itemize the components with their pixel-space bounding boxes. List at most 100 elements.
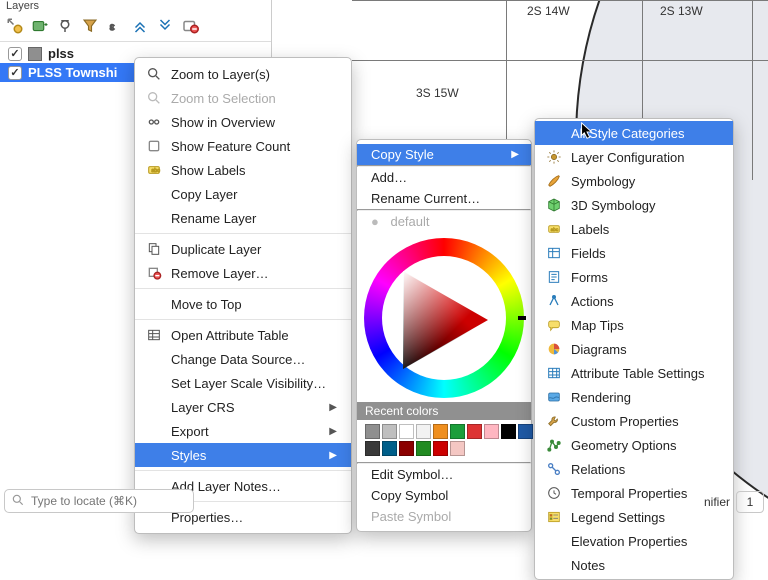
color-swatch[interactable] [416, 441, 431, 456]
locator-search[interactable] [4, 489, 194, 513]
menu-duplicate-layer[interactable]: Duplicate Layer [135, 237, 351, 261]
attribute-table-icon [145, 326, 163, 344]
menu-copy-style[interactable]: Copy Style▶ [357, 144, 531, 165]
paintbrush-icon [545, 172, 563, 190]
menu-change-data-source[interactable]: Change Data Source… [135, 347, 351, 371]
color-swatch[interactable] [467, 424, 482, 439]
color-swatch[interactable] [382, 441, 397, 456]
color-swatch[interactable] [416, 424, 431, 439]
labels-icon: abc [545, 220, 563, 238]
menu-notes[interactable]: Notes [535, 553, 733, 577]
map-label: 2S 14W [527, 4, 570, 18]
gear-icon [545, 148, 563, 166]
color-swatch[interactable] [501, 424, 516, 439]
zoom-to-layers-icon [145, 65, 163, 83]
menu-add-style[interactable]: Add… [357, 167, 531, 188]
menu-copy-layer[interactable]: Copy Layer [135, 182, 351, 206]
color-swatch[interactable] [450, 424, 465, 439]
menu-layer-crs[interactable]: Layer CRS▶ [135, 395, 351, 419]
color-wheel[interactable] [357, 232, 531, 402]
menu-show-labels[interactable]: abcShow Labels [135, 158, 351, 182]
duplicate-icon [145, 240, 163, 258]
rendering-icon [545, 388, 563, 406]
color-swatch[interactable] [365, 424, 380, 439]
color-swatch[interactable] [433, 424, 448, 439]
locator-input[interactable] [31, 494, 187, 508]
map-tips-icon [545, 316, 563, 334]
remove-layer-icon[interactable] [181, 17, 199, 35]
gridline [352, 60, 768, 61]
menu-move-to-top[interactable]: Move to Top [135, 292, 351, 316]
color-swatch[interactable] [450, 441, 465, 456]
color-swatch[interactable] [382, 424, 397, 439]
menu-set-layer-scale-vis[interactable]: Set Layer Scale Visibility… [135, 371, 351, 395]
visibility-checkbox[interactable] [8, 66, 22, 80]
menu-layer-configuration[interactable]: Layer Configuration [535, 145, 733, 169]
chevron-right-icon: ▶ [311, 450, 337, 461]
visibility-checkbox[interactable] [8, 47, 22, 61]
menu-all-style-categories[interactable]: All Style Categories [535, 121, 733, 145]
menu-elevation-properties[interactable]: Elevation Properties [535, 529, 733, 553]
menu-attribute-table-settings[interactable]: Attribute Table Settings [535, 361, 733, 385]
filter-by-expression-icon[interactable]: ε [106, 17, 124, 35]
menu-forms[interactable]: Forms [535, 265, 733, 289]
menu-copy-symbol[interactable]: Copy Symbol [357, 485, 531, 506]
menu-3d-symbology[interactable]: 3D Symbology [535, 193, 733, 217]
cube-icon [545, 196, 563, 214]
menu-open-attribute-table[interactable]: Open Attribute Table [135, 323, 351, 347]
menu-geometry-options[interactable]: Geometry Options [535, 433, 733, 457]
checkbox-empty-icon [145, 137, 163, 155]
menu-show-feature-count[interactable]: Show Feature Count [135, 134, 351, 158]
menu-diagrams[interactable]: Diagrams [535, 337, 733, 361]
menu-show-in-overview[interactable]: Show in Overview [135, 110, 351, 134]
zoom-to-selection-icon [145, 89, 163, 107]
recent-colors-grid [357, 420, 531, 462]
open-layer-styling-icon[interactable] [6, 17, 24, 35]
menu-custom-properties[interactable]: Custom Properties [535, 409, 733, 433]
magnifier-value[interactable]: 1 [736, 491, 764, 513]
color-swatch[interactable] [433, 441, 448, 456]
menu-labels[interactable]: abcLabels [535, 217, 733, 241]
layer-name: PLSS Townshi [28, 65, 117, 80]
menu-map-tips[interactable]: Map Tips [535, 313, 733, 337]
layer-swatch [28, 47, 42, 61]
menu-symbology[interactable]: Symbology [535, 169, 733, 193]
menu-actions[interactable]: Actions [535, 289, 733, 313]
menu-styles[interactable]: Styles▶ [135, 443, 351, 467]
color-swatch[interactable] [399, 441, 414, 456]
menu-rename-current-style[interactable]: Rename Current… [357, 188, 531, 209]
mouse-cursor [580, 122, 594, 140]
chevron-right-icon: ▶ [311, 426, 337, 437]
map-label: 2S 13W [660, 4, 703, 18]
chevron-right-icon: ▶ [311, 402, 337, 413]
color-swatch[interactable] [399, 424, 414, 439]
chevron-right-icon: ▶ [511, 149, 519, 160]
color-swatch[interactable] [365, 441, 380, 456]
actions-icon [545, 292, 563, 310]
menu-edit-symbol[interactable]: Edit Symbol… [357, 464, 531, 485]
remove-icon [145, 264, 163, 282]
filter-legend-icon[interactable] [81, 17, 99, 35]
add-group-icon[interactable] [31, 17, 49, 35]
menu-paste-symbol: Paste Symbol [357, 506, 531, 527]
color-swatch[interactable] [484, 424, 499, 439]
menu-rename-layer[interactable]: Rename Layer [135, 206, 351, 230]
svg-text:abc: abc [151, 168, 160, 174]
expand-all-icon[interactable] [131, 17, 149, 35]
clock-icon [545, 484, 563, 502]
collapse-all-icon[interactable] [156, 17, 174, 35]
hue-marker[interactable] [518, 316, 526, 320]
menu-fields[interactable]: Fields [535, 241, 733, 265]
styles-submenu: Copy Style▶ Add… Rename Current… ● defau… [356, 139, 532, 532]
layers-panel-title: Layers [0, 0, 271, 14]
menu-remove-layer[interactable]: Remove Layer… [135, 261, 351, 285]
menu-export[interactable]: Export▶ [135, 419, 351, 443]
gridline [752, 0, 753, 180]
manage-map-themes-icon[interactable] [56, 17, 74, 35]
menu-relations[interactable]: Relations [535, 457, 733, 481]
menu-style-default[interactable]: ● default [357, 211, 531, 232]
menu-rendering[interactable]: Rendering [535, 385, 733, 409]
menu-zoom-to-layers[interactable]: Zoom to Layer(s) [135, 62, 351, 86]
color-swatch[interactable] [518, 424, 533, 439]
relations-icon [545, 460, 563, 478]
